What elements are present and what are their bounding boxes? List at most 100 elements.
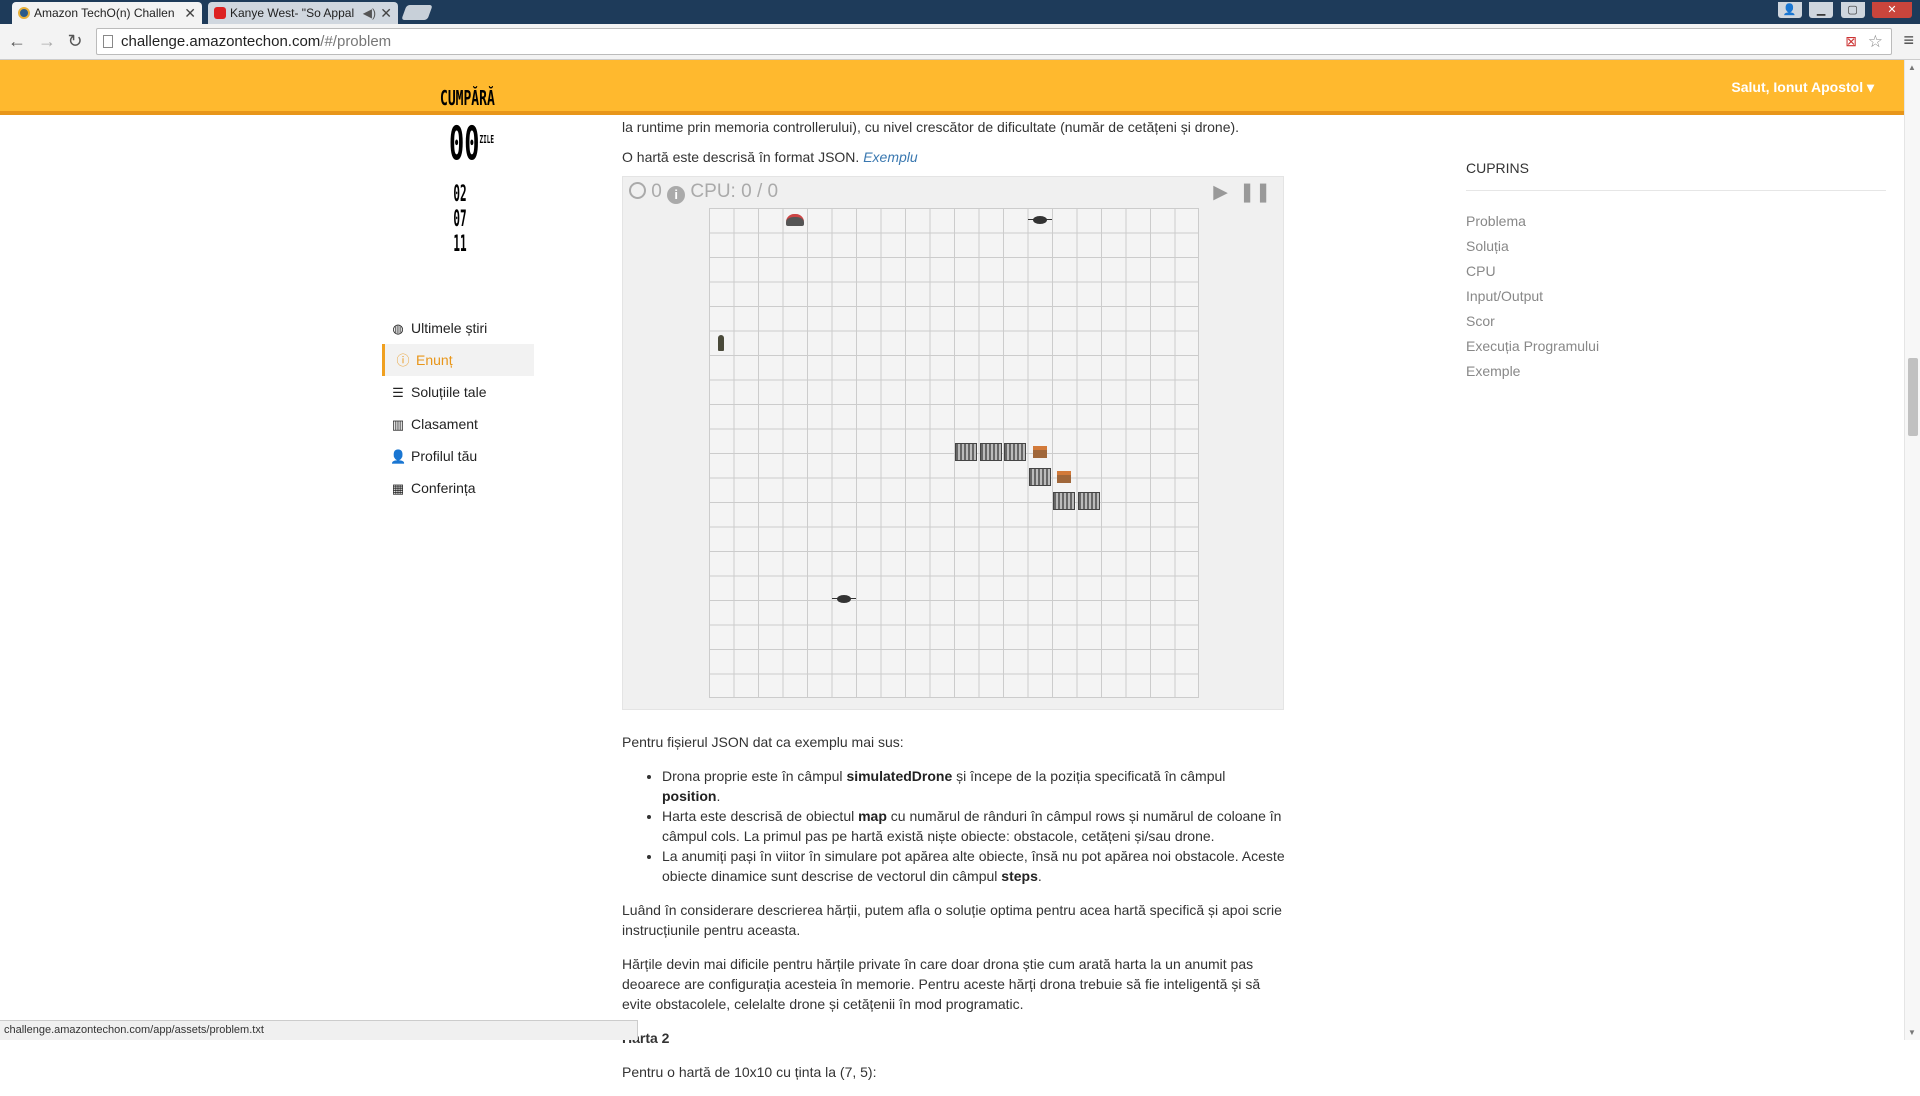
- minimize-icon[interactable]: ▁: [1809, 2, 1834, 18]
- countdown-logo: CUMPĂRĂ 00ZILE 02 07 11: [440, 86, 495, 276]
- toc-item-examples[interactable]: Exemple: [1466, 359, 1886, 384]
- maximize-icon[interactable]: ▢: [1840, 2, 1865, 18]
- sidebar-item-label: Enunț: [416, 352, 453, 368]
- tab-youtube[interactable]: Kanye West- "So Appal ◀) ✕: [208, 2, 398, 24]
- youtube-favicon-icon: [214, 7, 226, 19]
- pause-icon[interactable]: ❚❚: [1239, 182, 1271, 203]
- bullet-text: Drona proprie este în câmpul: [662, 768, 847, 784]
- step-counter: 0: [651, 181, 662, 202]
- drone-simulator: 0 i CPU: 0 / 0 ▶ ❚❚: [622, 176, 1284, 710]
- bullet-bold: map: [858, 808, 887, 824]
- toc-heading: CUPRINS: [1466, 160, 1886, 191]
- toc-item-cpu[interactable]: CPU: [1466, 259, 1886, 284]
- window-controls: 👤 ▁ ▢ ✕: [1775, 0, 1912, 18]
- paragraph-solution: Luând în considerare descrierea hărții, …: [622, 902, 1282, 938]
- obstacle: [1052, 489, 1077, 514]
- url-host: challenge.amazontechon.com: [121, 33, 321, 50]
- sidebar-item-statement[interactable]: ⓘ Enunț: [382, 344, 534, 376]
- close-window-icon[interactable]: ✕: [1872, 2, 1912, 18]
- obstacle: [979, 440, 1004, 465]
- address-bar[interactable]: challenge.amazontechon.com/#/problem ⊠ ☆: [96, 28, 1892, 55]
- url-path: /#/problem: [320, 33, 392, 50]
- forward-icon[interactable]: →: [36, 31, 58, 52]
- scroll-down-icon[interactable]: ▼: [1908, 1028, 1916, 1037]
- drone-other: [831, 587, 857, 612]
- audio-playing-icon: ◀): [362, 6, 376, 20]
- calendar-icon: ▦: [391, 481, 405, 496]
- menu-icon[interactable]: ≡: [1903, 30, 1914, 51]
- bullet-bold: steps: [1001, 868, 1038, 884]
- obstacle-icon: [1053, 492, 1076, 511]
- toc-item-input-output[interactable]: Input/Output: [1466, 284, 1886, 309]
- page-icon: [103, 35, 113, 48]
- table-of-contents: CUPRINS Problema Soluția CPU Input/Outpu…: [1466, 160, 1886, 384]
- problem-details: Pentru fișierul JSON dat ca exemplu mai …: [622, 718, 1286, 1096]
- scrollbar-thumb[interactable]: [1908, 358, 1918, 436]
- sidebar-item-label: Conferința: [411, 480, 476, 496]
- new-tab-button[interactable]: [401, 5, 433, 20]
- simulation-grid: [709, 208, 1199, 698]
- drone-other: [1027, 208, 1053, 233]
- user-icon: 👤: [390, 449, 407, 464]
- bar-chart-icon: ▥: [391, 417, 405, 432]
- sidebar-item-conference[interactable]: ▦ Conferința: [382, 472, 534, 504]
- target-house-icon: [1032, 446, 1047, 459]
- logo-days-number: 00: [449, 116, 480, 171]
- browser-toolbar: ← → ↻ challenge.amazontechon.com/#/probl…: [0, 24, 1920, 60]
- reload-icon[interactable]: ↻: [64, 31, 86, 52]
- toc-item-execution[interactable]: Execuția Programului: [1466, 334, 1886, 359]
- example-intro: Pentru fișierul JSON dat ca exemplu mai …: [622, 734, 904, 750]
- play-icon[interactable]: ▶: [1213, 182, 1228, 203]
- tab-amazon-techon[interactable]: Amazon TechO(n) Challen ✕: [12, 2, 202, 24]
- sidebar-item-ranking[interactable]: ▥ Clasament: [382, 408, 534, 440]
- problem-content: la runtime prin memoria controllerului),…: [622, 117, 1286, 167]
- globe-icon: ◍: [392, 321, 404, 336]
- obstacle-icon: [955, 443, 978, 462]
- bullet-text: .: [716, 788, 721, 804]
- tab-close-icon[interactable]: ✕: [380, 2, 392, 24]
- sidebar-item-label: Profilul tău: [411, 448, 478, 464]
- bullet-bold: position: [662, 788, 717, 804]
- sidebar-item-label: Clasament: [411, 416, 478, 432]
- scroll-up-icon[interactable]: ▲: [1908, 63, 1916, 72]
- drone-small-icon: [831, 595, 856, 604]
- page-scrollbar[interactable]: ▲ ▼: [1904, 60, 1920, 1040]
- paragraph-private-maps: Hărțile devin mai dificile pentru hărțil…: [622, 956, 1261, 1012]
- user-profile-icon[interactable]: 👤: [1777, 2, 1802, 18]
- target: [1028, 440, 1053, 465]
- intro-paragraph: la runtime prin memoria controllerului),…: [622, 119, 1240, 135]
- toc-item-solution[interactable]: Soluția: [1466, 234, 1886, 259]
- bullet-text: și începe de la poziția specificată în c…: [952, 768, 1226, 784]
- sidebar-item-solutions[interactable]: ☰ Soluțiile tale: [382, 376, 534, 408]
- drone-small-icon: [1027, 216, 1052, 225]
- tab-close-icon[interactable]: ✕: [184, 2, 196, 24]
- info-icon: i: [667, 186, 686, 204]
- toc-item-problem[interactable]: Problema: [1466, 209, 1886, 234]
- logo-top-text: CUMPĂRĂ: [440, 87, 495, 112]
- info-icon: ⓘ: [396, 353, 410, 368]
- sidebar-item-profile[interactable]: 👤 Profilul tău: [382, 440, 534, 472]
- citizen-icon: [718, 334, 725, 351]
- sidebar-item-news[interactable]: ◍ Ultimele știri: [382, 312, 534, 344]
- bookmark-star-icon[interactable]: ☆: [1868, 29, 1883, 54]
- example-link[interactable]: Exemplu: [863, 149, 917, 165]
- back-icon[interactable]: ←: [6, 31, 28, 52]
- drone-own: [783, 208, 808, 233]
- browser-tab-strip: Amazon TechO(n) Challen ✕ Kanye West- "S…: [0, 0, 1920, 24]
- list-icon: ☰: [392, 385, 404, 400]
- obstacle: [1028, 465, 1053, 490]
- map-description: O hartă este descrisă în format JSON. Ex…: [622, 147, 1286, 167]
- logo-days-label: ZILE: [479, 133, 495, 146]
- logo-date: 02 07 11: [453, 182, 467, 258]
- simulator-controls: ▶ ❚❚: [1213, 181, 1271, 204]
- user-menu[interactable]: Salut, Ionut Apostol ▾: [1731, 79, 1874, 96]
- obstacle: [1003, 440, 1028, 465]
- toc-item-score[interactable]: Scor: [1466, 309, 1886, 334]
- cpu-counter: CPU: 0 / 0: [690, 181, 779, 202]
- chrome-favicon-icon: [18, 7, 30, 19]
- drone-icon: [785, 214, 804, 227]
- blocked-content-icon[interactable]: ⊠: [1845, 29, 1857, 54]
- sidebar-nav: ◍ Ultimele știri ⓘ Enunț ☰ Soluțiile tale ▥…: [382, 312, 534, 504]
- site-header: Salut, Ionut Apostol ▾: [0, 60, 1904, 115]
- obstacle-icon: [1004, 443, 1027, 462]
